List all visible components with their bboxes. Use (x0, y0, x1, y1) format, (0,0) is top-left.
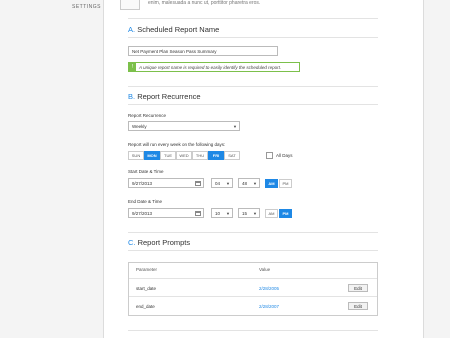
table-cell-parameter: end_date (136, 304, 155, 309)
start-pm-button[interactable]: PM (279, 179, 292, 188)
all-days-checkbox[interactable] (266, 152, 273, 159)
day-button-sun[interactable]: SUN (128, 151, 144, 160)
days-label: Report will run every week on the follow… (128, 142, 226, 147)
end-pm-button[interactable]: PM (279, 209, 292, 218)
divider (128, 232, 378, 233)
all-days-label: All Days (276, 153, 293, 158)
day-button-mon[interactable]: MON (144, 151, 160, 160)
day-selector: SUN MON TUE WED THU FRI SAT (128, 151, 240, 160)
day-button-thu[interactable]: THU (192, 151, 208, 160)
end-minute-select[interactable]: 15 ▼ (238, 208, 260, 218)
table-divider (129, 296, 377, 297)
start-datetime-label: Start Date & Time (128, 169, 164, 174)
end-hour-select[interactable]: 10 ▼ (211, 208, 233, 218)
divider (128, 18, 378, 19)
day-button-wed[interactable]: WED (176, 151, 192, 160)
section-b-letter: B. (128, 92, 136, 101)
end-datetime-label: End Date & Time (128, 199, 163, 204)
edit-button[interactable]: Edit (348, 302, 368, 310)
end-date-input[interactable]: 9/27/2013 (128, 208, 204, 218)
calendar-icon[interactable] (195, 180, 201, 186)
left-sidebar: SETTINGS (0, 0, 103, 338)
edit-button[interactable]: Edit (348, 284, 368, 292)
hint-text: A unique report name is required to easi… (139, 64, 282, 70)
table-cell-value[interactable]: 2/28/2005 (259, 286, 279, 291)
end-am-button[interactable]: AM (265, 209, 278, 218)
start-minute-value: 48 (242, 180, 248, 186)
section-c-label: Report Prompts (137, 238, 191, 247)
col-header-parameter: Parameter (136, 267, 158, 272)
hint-badge-icon: ! (129, 63, 136, 71)
table-divider (129, 278, 377, 279)
report-name-hint: ! A unique report name is required to ea… (128, 62, 300, 72)
table-cell-value[interactable]: 2/28/2007 (259, 304, 279, 309)
nav-settings-link[interactable]: SETTINGS (72, 4, 101, 10)
section-c-underline (128, 250, 378, 251)
main-panel: enim, malesuada a nunc ut, porttitor pha… (103, 0, 424, 338)
chevron-down-icon: ▼ (233, 123, 237, 129)
report-name-input[interactable]: Net Payment Plan Season Pass Summary (128, 46, 278, 56)
section-a-label: Scheduled Report Name (137, 25, 220, 34)
col-header-value: Value (259, 267, 271, 272)
section-a-underline (128, 37, 378, 38)
chevron-down-icon: ▼ (226, 180, 230, 186)
prompts-table: Parameter Value start_date 2/28/2005 Edi… (128, 262, 378, 316)
day-button-fri[interactable]: FRI (208, 151, 224, 160)
start-am-button[interactable]: AM (265, 179, 278, 188)
chevron-down-icon: ▼ (253, 180, 257, 186)
chevron-down-icon: ▼ (226, 210, 230, 216)
section-a-letter: A. (128, 25, 136, 34)
day-button-sat[interactable]: SAT (224, 151, 240, 160)
chevron-down-icon: ▼ (253, 210, 257, 216)
table-cell-parameter: start_date (136, 286, 157, 291)
recurrence-value: Weekly (132, 123, 147, 129)
divider (128, 86, 378, 87)
section-a-title: A. Scheduled Report Name (128, 25, 219, 34)
start-date-input[interactable]: 9/27/2013 (128, 178, 204, 188)
start-hour-value: 04 (215, 180, 221, 186)
end-date-value: 9/27/2013 (132, 210, 153, 216)
intro-text: enim, malesuada a nunc ut, porttitor pha… (148, 0, 261, 6)
section-b-underline (128, 104, 378, 105)
section-b-label: Report Recurrence (137, 92, 201, 101)
section-b-title: B. Report Recurrence (128, 92, 201, 101)
section-c-letter: C. (128, 238, 136, 247)
recurrence-label: Report Recurrence (128, 113, 167, 118)
end-hour-value: 10 (215, 210, 221, 216)
start-date-value: 9/27/2013 (132, 180, 153, 186)
day-button-tue[interactable]: TUE (160, 151, 176, 160)
right-gutter (424, 0, 450, 338)
start-minute-select[interactable]: 48 ▼ (238, 178, 260, 188)
end-minute-value: 15 (242, 210, 248, 216)
divider (128, 330, 378, 331)
start-hour-select[interactable]: 04 ▼ (211, 178, 233, 188)
section-c-title: C. Report Prompts (128, 238, 190, 247)
calendar-icon[interactable] (195, 210, 201, 216)
recurrence-select[interactable]: Weekly ▼ (128, 121, 240, 131)
thumbnail-placeholder (120, 0, 140, 10)
